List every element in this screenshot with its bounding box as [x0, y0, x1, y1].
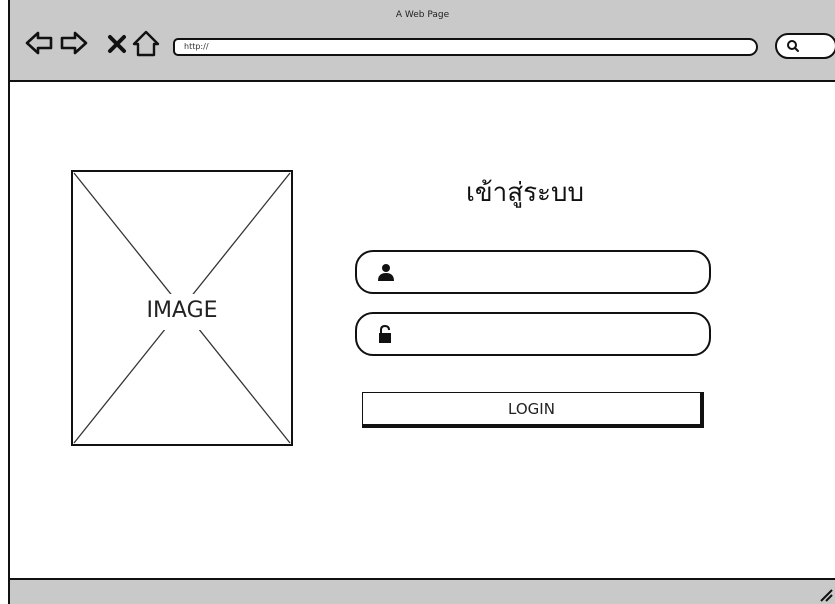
address-bar[interactable]: http://	[173, 38, 758, 56]
user-icon	[378, 264, 394, 281]
home-icon[interactable]	[131, 28, 161, 58]
status-bar	[8, 578, 835, 604]
login-button[interactable]: LOGIN	[362, 392, 704, 428]
unlock-icon	[379, 325, 391, 343]
close-icon[interactable]	[106, 28, 128, 58]
username-field[interactable]	[355, 250, 711, 294]
image-placeholder-label: IMAGE	[146, 298, 218, 323]
password-input[interactable]	[405, 322, 699, 348]
login-title: เข้าสู่ระบบ	[465, 178, 585, 208]
search-icon	[787, 40, 799, 52]
resize-grip-icon[interactable]	[817, 586, 833, 602]
image-placeholder: IMAGE	[71, 170, 293, 446]
page-title: A Web Page	[395, 10, 450, 20]
username-input[interactable]	[405, 260, 699, 286]
browser-toolbar: A Web Page http://	[8, 0, 835, 82]
search-button[interactable]	[775, 33, 835, 59]
password-field[interactable]	[355, 312, 711, 356]
back-arrow-icon[interactable]	[24, 28, 54, 58]
forward-arrow-icon[interactable]	[59, 28, 89, 58]
